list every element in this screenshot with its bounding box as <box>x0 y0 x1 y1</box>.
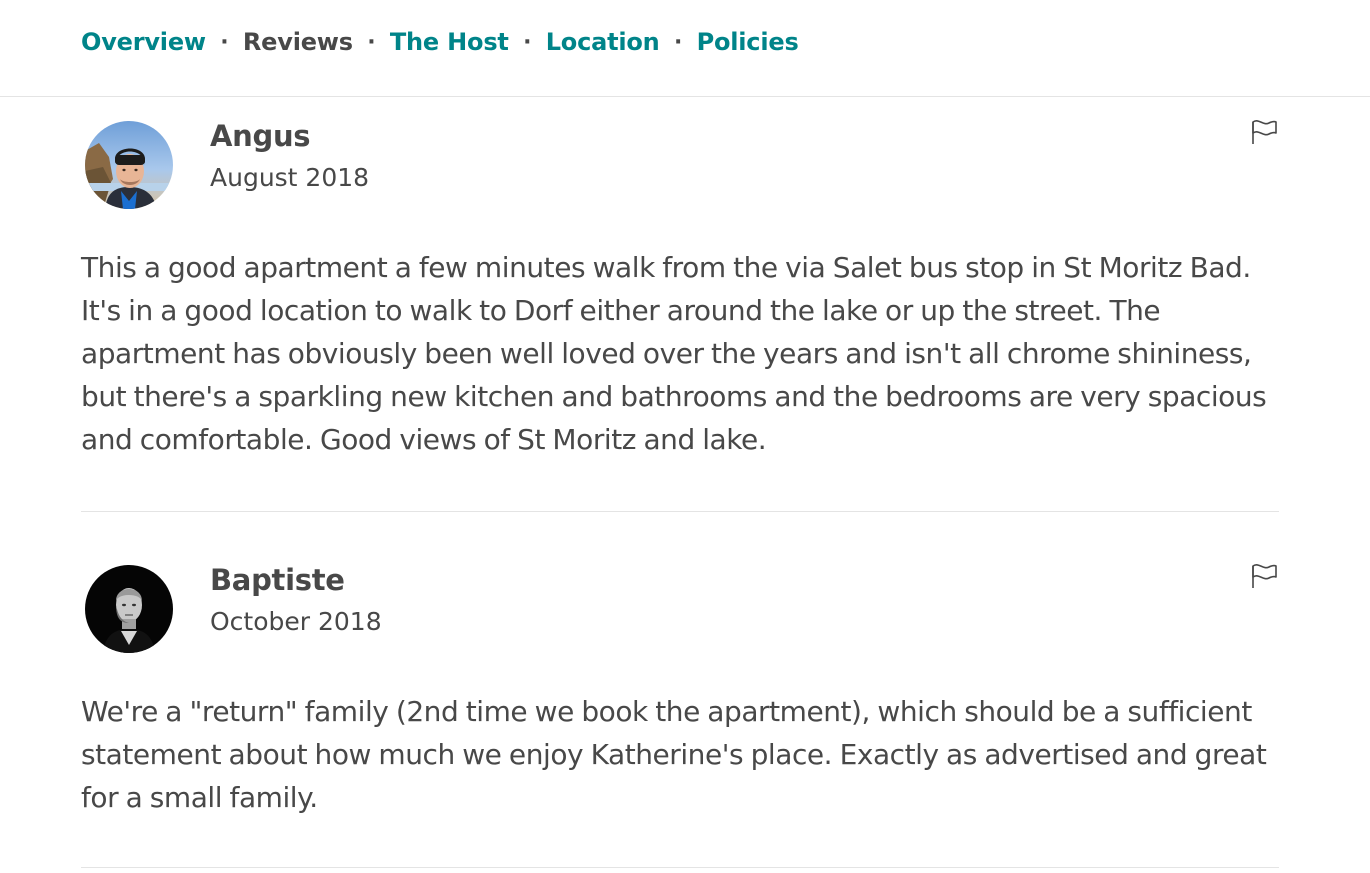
nav-policies-link[interactable]: Policies <box>697 28 799 56</box>
nav-separator: · <box>220 29 229 55</box>
reviewer-avatar[interactable] <box>85 121 173 209</box>
section-nav-list: Overview · Reviews · The Host · Location… <box>81 28 799 56</box>
nav-separator: · <box>523 29 532 55</box>
review-divider <box>81 511 1279 512</box>
review-divider <box>81 867 1279 868</box>
flag-icon[interactable] <box>1249 116 1279 146</box>
nav-overview-link[interactable]: Overview <box>81 28 206 56</box>
review-text: This a good apartment a few minutes walk… <box>81 251 1267 456</box>
reviewer-avatar[interactable] <box>85 565 173 653</box>
nav-separator: · <box>673 29 683 55</box>
flag-icon[interactable] <box>1249 560 1279 590</box>
nav-separator: · <box>367 29 376 55</box>
review-text: We're a "return" family (2nd time we boo… <box>81 695 1267 814</box>
reviewer-name[interactable]: Angus <box>210 119 311 153</box>
review-date: October 2018 <box>210 607 382 636</box>
nav-location-link[interactable]: Location <box>546 28 660 56</box>
nav-reviews-link[interactable]: Reviews <box>243 28 353 56</box>
nav-host-link[interactable]: The Host <box>390 28 509 56</box>
reviewer-name[interactable]: Baptiste <box>210 563 345 597</box>
review-date: August 2018 <box>210 163 370 192</box>
section-nav: Overview · Reviews · The Host · Location… <box>0 0 1370 97</box>
